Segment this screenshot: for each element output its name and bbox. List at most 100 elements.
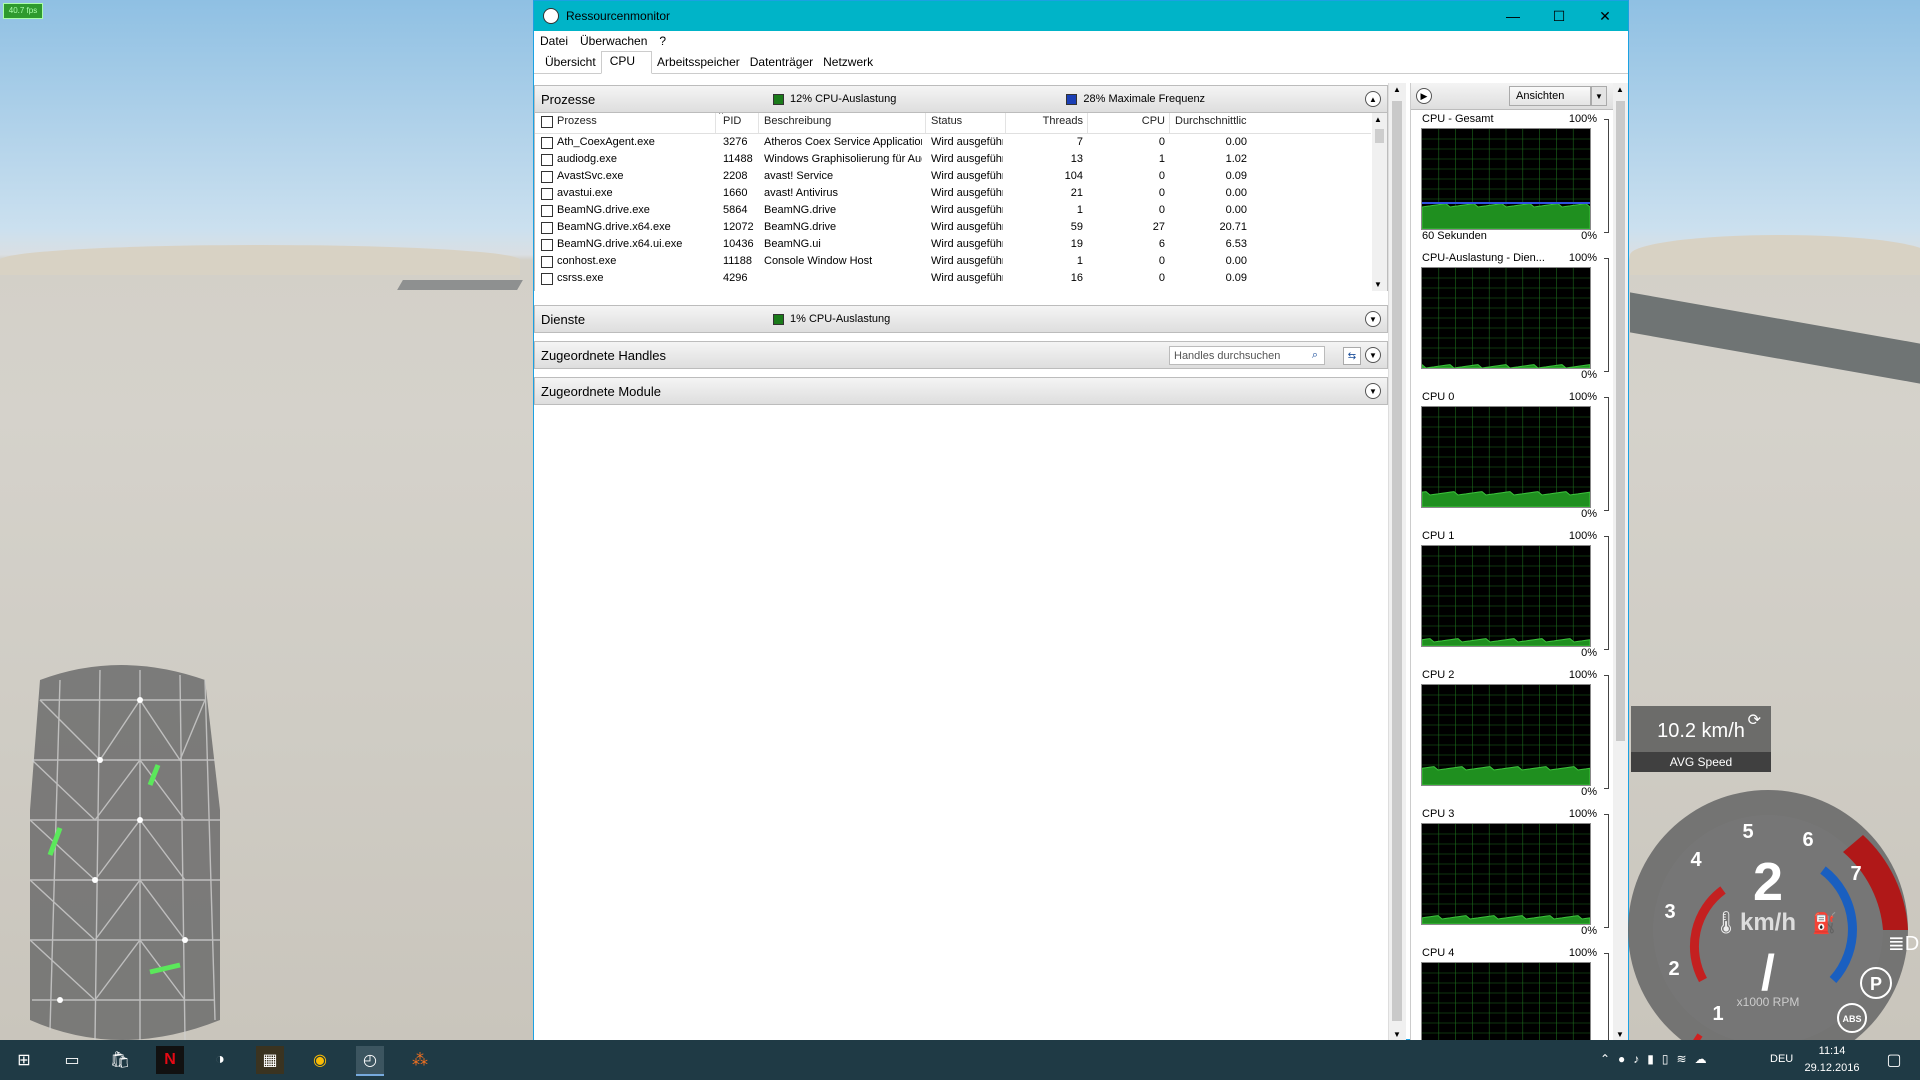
legend-green-swatch xyxy=(773,93,784,105)
scroll-thumb[interactable] xyxy=(1375,129,1384,143)
row-checkbox[interactable] xyxy=(541,205,553,217)
table-cell: 3276 xyxy=(723,136,748,148)
menu-help[interactable]: ? xyxy=(659,34,666,48)
section-dienste-header[interactable]: Dienste 1% CPU-Auslastung ▼ xyxy=(534,305,1388,333)
distant-hill xyxy=(0,245,520,275)
table-cell: 0 xyxy=(1158,136,1165,148)
table-row[interactable]: Ath_CoexAgent.exe 3276 Atheros Coex Servic… xyxy=(535,134,1371,151)
expand-down-icon[interactable]: ▼ xyxy=(1365,347,1381,363)
row-checkbox[interactable] xyxy=(541,137,553,149)
col-prozess[interactable]: Prozess xyxy=(557,115,597,127)
table-cell: Windows Graphisolierung für Audi... xyxy=(764,153,922,165)
col-pid[interactable]: PID xyxy=(723,115,741,127)
scroll-thumb[interactable] xyxy=(1616,101,1625,741)
handles-search-input[interactable]: Handles durchsuchen ⌕ xyxy=(1169,346,1325,365)
main-scrollbar[interactable]: ▲ ▼ xyxy=(1388,83,1406,1041)
scroll-thumb[interactable] xyxy=(1392,101,1402,1021)
col-beschreibung[interactable]: Beschreibung xyxy=(764,115,831,127)
row-checkbox[interactable] xyxy=(541,273,553,285)
menu-datei[interactable]: Datei xyxy=(540,34,568,48)
table-row[interactable]: csrss.exe 4296 Wird ausgeführt 16 0 0.09 xyxy=(535,270,1371,287)
table-row[interactable]: avastui.exe 1660 avast! Antivirus Wird ausg… xyxy=(535,185,1371,202)
resource-monitor-task-icon[interactable]: ◴ xyxy=(356,1046,384,1076)
system-tray-icons[interactable]: ⌃●♪▮▯≋☁ xyxy=(1600,1052,1715,1066)
table-cell: avastui.exe xyxy=(557,187,613,199)
graph-max-label: 100% xyxy=(1568,669,1597,681)
notification-icon[interactable]: ▢ xyxy=(1880,1046,1908,1074)
table-cell: 0.00 xyxy=(1225,204,1247,216)
row-checkbox[interactable] xyxy=(541,222,553,234)
expand-down-icon[interactable]: ▼ xyxy=(1365,311,1381,327)
maximize-button[interactable]: ☐ xyxy=(1536,1,1582,31)
table-row[interactable]: conhost.exe 11188 Console Window Host Wird … xyxy=(535,253,1371,270)
scroll-up-arrow[interactable]: ▲ xyxy=(1374,115,1382,124)
collapse-up-icon[interactable]: ▲ xyxy=(1365,91,1381,107)
table-row[interactable]: audiodg.exe 11488 Windows Graphisolierung … xyxy=(535,151,1371,168)
tab-cpu[interactable]: CPU xyxy=(600,51,653,74)
col-durchschnitt[interactable]: Durchschnittlic... xyxy=(1175,115,1247,127)
rpm-tick-7: 7 xyxy=(1850,863,1861,885)
chrome-icon[interactable]: ◉ xyxy=(306,1046,334,1074)
rpm-label: x1000 RPM xyxy=(1737,995,1800,1009)
task-view-icon[interactable]: ▭ xyxy=(58,1046,86,1074)
headlight-icon: ≣D xyxy=(1888,933,1919,955)
row-checkbox[interactable] xyxy=(541,171,553,183)
graph-scale-bracket xyxy=(1604,536,1609,650)
table-cell: 0.09 xyxy=(1225,170,1247,182)
expand-down-icon[interactable]: ▼ xyxy=(1365,383,1381,399)
col-threads[interactable]: Threads xyxy=(1035,115,1083,127)
select-all-checkbox[interactable] xyxy=(541,116,553,128)
steam-like-icon[interactable]: ◑ xyxy=(206,1046,234,1074)
close-button[interactable]: ✕ xyxy=(1582,1,1628,31)
row-checkbox[interactable] xyxy=(541,256,553,268)
table-row[interactable]: AvastSvc.exe 2208 avast! Service Wird ausge… xyxy=(535,168,1371,185)
tab-netzwerk[interactable]: Netzwerk xyxy=(818,52,878,73)
game-icon[interactable]: ▦ xyxy=(256,1046,284,1074)
window-title: Ressourcenmonitor xyxy=(566,9,671,23)
section-module-header[interactable]: Zugeordnete Module ▼ xyxy=(534,377,1388,405)
section-title: Zugeordnete Handles xyxy=(541,347,667,363)
minimize-button[interactable]: — xyxy=(1490,1,1536,31)
table-row[interactable]: BeamNG.drive.x64.exe 12072 BeamNG.drive Wir… xyxy=(535,219,1371,236)
graph-title: CPU 3 xyxy=(1422,808,1455,820)
reset-icon[interactable]: ⟳ xyxy=(1748,710,1761,730)
search-icon[interactable]: ⌕ xyxy=(1312,349,1318,362)
clock[interactable]: 11:14 29.12.2016 xyxy=(1800,1043,1864,1077)
scroll-down-arrow[interactable]: ▼ xyxy=(1616,1030,1624,1039)
scroll-down-arrow[interactable]: ▼ xyxy=(1374,280,1382,289)
tab-uebersicht[interactable]: Übersicht xyxy=(540,52,601,73)
start-icon[interactable]: ⊞ xyxy=(10,1046,38,1074)
scroll-down-arrow[interactable]: ▼ xyxy=(1393,1030,1401,1039)
col-cpu[interactable]: CPU xyxy=(1125,115,1165,127)
table-cell: BeamNG.drive.exe xyxy=(557,204,650,216)
row-checkbox[interactable] xyxy=(541,154,553,166)
row-checkbox[interactable] xyxy=(541,239,553,251)
chevron-right-icon[interactable]: ▶ xyxy=(1416,88,1432,104)
process-table-scrollbar[interactable]: ▲ ▼ xyxy=(1372,113,1387,291)
menu-ueberwachen[interactable]: Überwachen xyxy=(580,34,647,48)
views-dropdown-icon[interactable]: ▼ xyxy=(1591,86,1607,106)
language-indicator[interactable]: DEU xyxy=(1770,1053,1793,1065)
tab-arbeitsspeicher[interactable]: Arbeitsspeicher xyxy=(652,52,745,73)
netflix-icon[interactable]: N xyxy=(156,1046,184,1074)
store-icon[interactable]: 🛍 xyxy=(106,1046,134,1074)
views-button[interactable]: Ansichten xyxy=(1509,86,1591,106)
table-cell: Wird ausgeführt xyxy=(931,170,1003,182)
graph-panel-scrollbar[interactable]: ▲ ▼ xyxy=(1613,83,1628,1041)
beamng-icon[interactable]: ⁂ xyxy=(406,1046,434,1074)
table-cell: 0.00 xyxy=(1225,187,1247,199)
process-table: Prozess ^ PID Beschreibung Status Thread… xyxy=(534,113,1388,291)
table-row[interactable]: BeamNG.drive.exe 5864 BeamNG.drive Wird aus… xyxy=(535,202,1371,219)
scroll-up-arrow[interactable]: ▲ xyxy=(1393,85,1401,94)
graph-max-label: 100% xyxy=(1568,252,1597,264)
row-checkbox[interactable] xyxy=(541,188,553,200)
title-bar[interactable]: Ressourcenmonitor — ☐ ✕ xyxy=(534,1,1628,31)
scroll-up-arrow[interactable]: ▲ xyxy=(1616,85,1624,94)
tab-datentraeger[interactable]: Datenträger xyxy=(745,52,818,73)
graph-min-label: 0% xyxy=(1581,230,1597,242)
col-status[interactable]: Status xyxy=(931,115,962,127)
refresh-search-icon[interactable]: ⇆ xyxy=(1343,347,1361,365)
section-prozesse-header[interactable]: Prozesse 12% CPU-Auslastung 28% Maximale… xyxy=(534,85,1388,113)
table-row[interactable]: BeamNG.drive.x64.ui.exe 10436 BeamNG.ui Wir… xyxy=(535,236,1371,253)
section-handles-header[interactable]: Zugeordnete Handles Handles durchsuchen ⌕… xyxy=(534,341,1388,369)
